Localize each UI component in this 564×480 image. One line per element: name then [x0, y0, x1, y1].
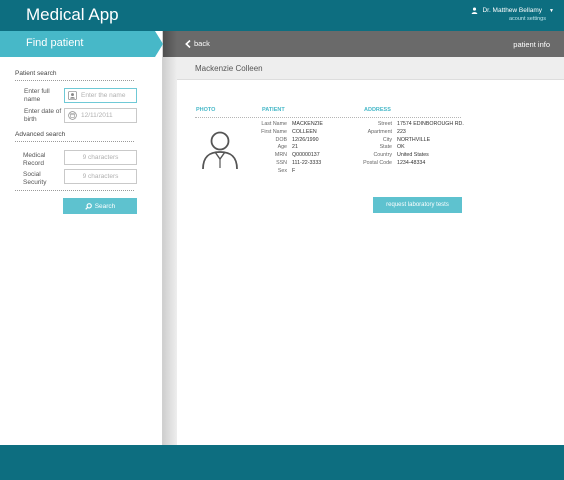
- field-value: 1234-48334: [397, 159, 426, 166]
- field-label: Sex: [277, 167, 287, 174]
- address-labels: Street Apartment City State Country Post…: [357, 121, 392, 168]
- user-name[interactable]: Dr. Matthew Bellamy: [482, 7, 542, 14]
- patient-search-heading: Patient search: [15, 70, 57, 77]
- field-label: State: [379, 144, 392, 151]
- name-label: Enter full name: [24, 88, 50, 103]
- field-value: 17574 EDINBOROUGH RD.: [397, 121, 464, 127]
- address-values: 17574 EDINBOROUGH RD. 223 NORTHVILLE OK …: [397, 121, 477, 168]
- field-label: Country: [373, 152, 392, 159]
- search-icon: [84, 202, 92, 210]
- field-value: MACKENZIE: [292, 121, 323, 127]
- sidebar: Find patient Patient search Enter full n…: [0, 31, 163, 445]
- divider: [15, 80, 134, 81]
- caret-down-icon[interactable]: ▼: [549, 8, 554, 14]
- field-value: Q00000137: [292, 152, 320, 159]
- divider: [15, 190, 134, 191]
- patient-name-bar: Mackenzie Colleen: [177, 57, 564, 80]
- name-input[interactable]: Enter the name: [64, 88, 137, 103]
- social-security-label: Social Security: [23, 171, 47, 186]
- field-label: Last Name: [261, 121, 287, 127]
- person-icon: [472, 7, 478, 14]
- field-label: Apartment: [367, 128, 392, 135]
- patient-values: MACKENZIE COLLEEN 12/26/1990 21 Q0000013…: [292, 121, 352, 176]
- user-menu-row[interactable]: Dr. Matthew Bellamy ▼: [471, 7, 554, 14]
- dob-placeholder: 12/11/2011: [81, 112, 113, 119]
- field-value: 223: [397, 128, 406, 135]
- calendar-icon: [68, 111, 77, 120]
- field-value: 21: [292, 144, 298, 151]
- name-placeholder: Enter the name: [81, 92, 126, 99]
- field-label: DOB: [275, 136, 287, 143]
- patient-labels: Last Name First Name DOB Age MRN SSN Sex: [257, 121, 287, 176]
- panel-title: patient info: [513, 40, 550, 49]
- field-value: OK: [397, 144, 405, 151]
- app-title: Medical App: [26, 5, 119, 24]
- social-security-placeholder: 9 characters: [82, 173, 119, 180]
- medical-record-input[interactable]: 9 characters: [64, 150, 137, 165]
- field-value: 111-22-3333: [292, 159, 322, 166]
- social-security-input[interactable]: 9 characters: [64, 169, 137, 184]
- search-button[interactable]: Search: [63, 198, 137, 214]
- patient-column-header: PATIENT: [262, 107, 285, 113]
- chevron-left-icon: [185, 39, 191, 48]
- field-label: Street: [377, 121, 392, 127]
- field-label: First Name: [261, 128, 287, 135]
- patient-info-bar: back patient info: [163, 31, 564, 57]
- field-label: MRN: [274, 152, 287, 159]
- medical-record-placeholder: 9 characters: [82, 154, 119, 161]
- medical-record-label: Medical Record: [23, 152, 46, 167]
- app-footer: [0, 445, 564, 480]
- find-bar-arrow: [155, 31, 163, 57]
- field-label: SSN: [276, 159, 287, 166]
- field-label: City: [382, 136, 392, 143]
- field-value: 12/26/1990: [292, 136, 319, 143]
- field-value: United States: [397, 152, 429, 159]
- dob-input[interactable]: 12/11/2011: [64, 108, 137, 123]
- field-value: NORTHVILLE: [397, 136, 431, 143]
- divider: [195, 117, 461, 118]
- user-menu[interactable]: Dr. Matthew Bellamy ▼ acount settings: [471, 7, 554, 22]
- field-value: F: [292, 167, 296, 174]
- field-value: COLLEEN: [292, 128, 317, 135]
- photo-column-header: PHOTO: [196, 107, 216, 113]
- advanced-search-heading: Advanced search: [15, 131, 66, 138]
- bar-shade: [163, 31, 177, 57]
- field-label: Age: [277, 144, 287, 151]
- find-patient-bar: Find patient: [0, 31, 155, 57]
- avatar-icon: [202, 131, 238, 170]
- find-patient-title: Find patient: [26, 37, 84, 49]
- divider: [15, 141, 134, 142]
- patient-card: PHOTO PATIENT ADDRESS Last Name First Na…: [177, 80, 564, 445]
- back-button[interactable]: back: [185, 39, 210, 48]
- app-header: Medical App Dr. Matthew Bellamy ▼ acount…: [0, 0, 564, 31]
- user-field-icon: [68, 91, 77, 100]
- back-label[interactable]: back: [194, 39, 210, 48]
- panel-shade: [163, 57, 177, 445]
- patient-name: Mackenzie Colleen: [195, 64, 263, 73]
- address-column-header: ADDRESS: [364, 107, 391, 113]
- account-settings-link[interactable]: acount settings: [471, 16, 554, 22]
- main-content: Mackenzie Colleen PHOTO PATIENT ADDRESS …: [163, 57, 564, 445]
- dob-label: Enter date of birth: [24, 108, 62, 123]
- field-label: Postal Code: [363, 159, 392, 166]
- request-lab-tests-button[interactable]: request laboratory tests: [373, 197, 462, 213]
- search-button-label[interactable]: Search: [95, 203, 116, 210]
